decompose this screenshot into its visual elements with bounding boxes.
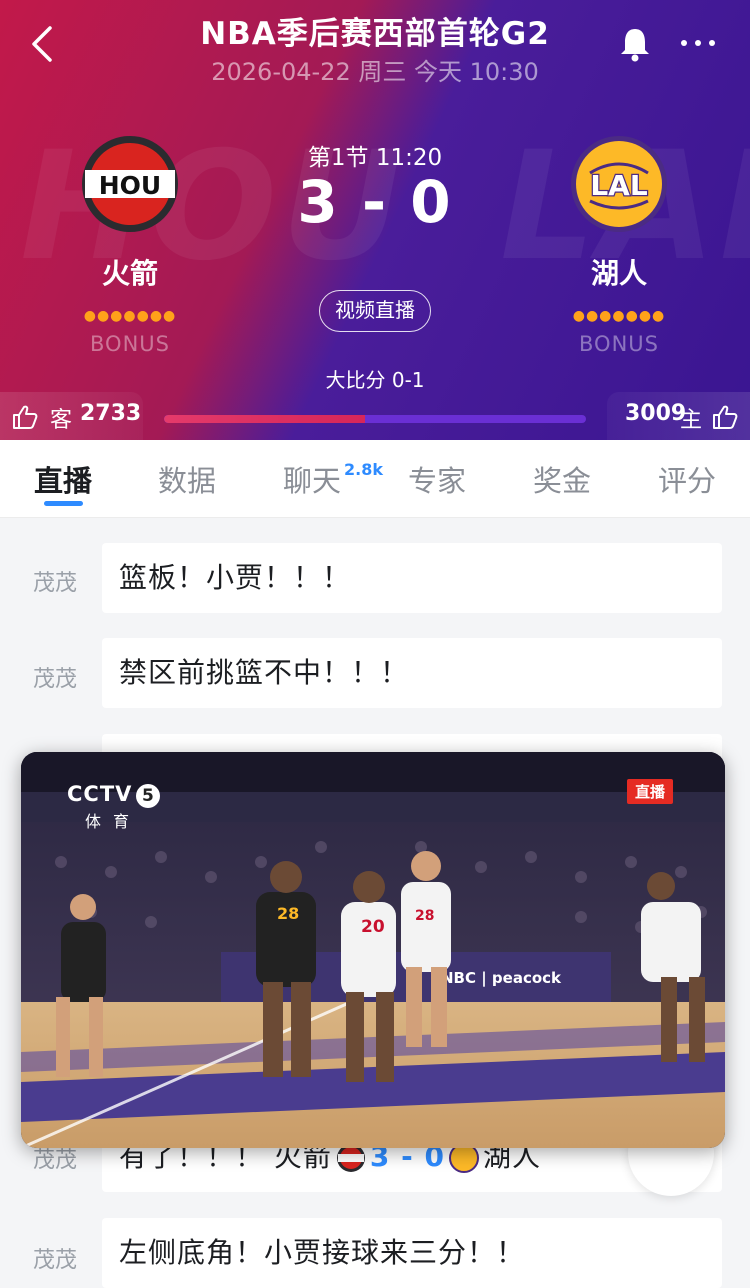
home-side-label: 主 (680, 408, 703, 433)
home-bonus-label: BONUS (579, 332, 659, 356)
feed-author: 茂茂 (33, 1248, 78, 1273)
channel-logo: CCTV 5 (67, 782, 161, 808)
away-bonus-dots: ●●●●●●● (83, 308, 177, 324)
active-tab-indicator (44, 501, 83, 506)
jersey-number: 20 (361, 917, 385, 937)
jersey-number: 28 (415, 908, 434, 924)
away-support-fill (164, 415, 365, 423)
tab-rating[interactable]: 评分 (627, 458, 747, 500)
away-team-name[interactable]: 火箭 (50, 252, 210, 292)
feed-message: 左侧底角！小贾接球来三分！！ (102, 1218, 722, 1288)
lal-logo-icon[interactable]: LAL (570, 135, 668, 233)
thumbs-up-icon[interactable] (12, 404, 38, 430)
video-live-button[interactable]: 视频直播 (319, 290, 431, 332)
tab-stats[interactable]: 数据 (127, 458, 247, 500)
scoreboard-header: HOU LAL NBA季后赛西部首轮G2 2026-04-22 周三 今天 10… (0, 0, 750, 440)
feed-author: 茂茂 (33, 667, 78, 692)
home-bonus-dots: ●●●●●●● (572, 308, 666, 324)
lal-logo-text: LAL (590, 169, 648, 202)
thumbs-up-icon[interactable] (712, 404, 738, 430)
tab-bonus[interactable]: 奖金 (502, 458, 622, 500)
away-side-label: 客 (50, 408, 73, 433)
support-ratio-bar (164, 415, 586, 423)
jersey-number: 28 (277, 904, 299, 923)
channel-sub: 体育 (85, 812, 142, 831)
channel-number: 5 (136, 784, 161, 808)
bell-icon[interactable] (618, 26, 652, 62)
away-like-count: 2733 (80, 401, 142, 426)
channel-name: CCTV (67, 782, 133, 806)
tab-live[interactable]: 直播 (3, 458, 123, 500)
top-bar: NBA季后赛西部首轮G2 2026-04-22 周三 今天 10:30 (0, 0, 750, 90)
feed-message: 禁区前挑篮不中！！！ (102, 638, 722, 708)
tab-bar: 直播 数据 聊天 2.8k 专家 奖金 评分 (0, 440, 750, 518)
court-ad-text: NBC | peacock (441, 969, 562, 988)
tab-experts[interactable]: 专家 (377, 458, 497, 500)
home-team-name[interactable]: 湖人 (539, 252, 699, 292)
more-icon[interactable] (678, 30, 718, 56)
live-tag: 直播 (627, 779, 674, 804)
away-bonus-label: BONUS (90, 332, 170, 356)
home-like-count: 3009 (625, 401, 687, 426)
feed-message: 篮板！小贾！！！ (102, 543, 722, 613)
series-score: 大比分 0-1 (325, 368, 425, 392)
feed-author: 茂茂 (33, 571, 78, 596)
video-player[interactable]: NBC | peacock 28 20 28 CCTV 5 体育 直播 (21, 752, 725, 1148)
